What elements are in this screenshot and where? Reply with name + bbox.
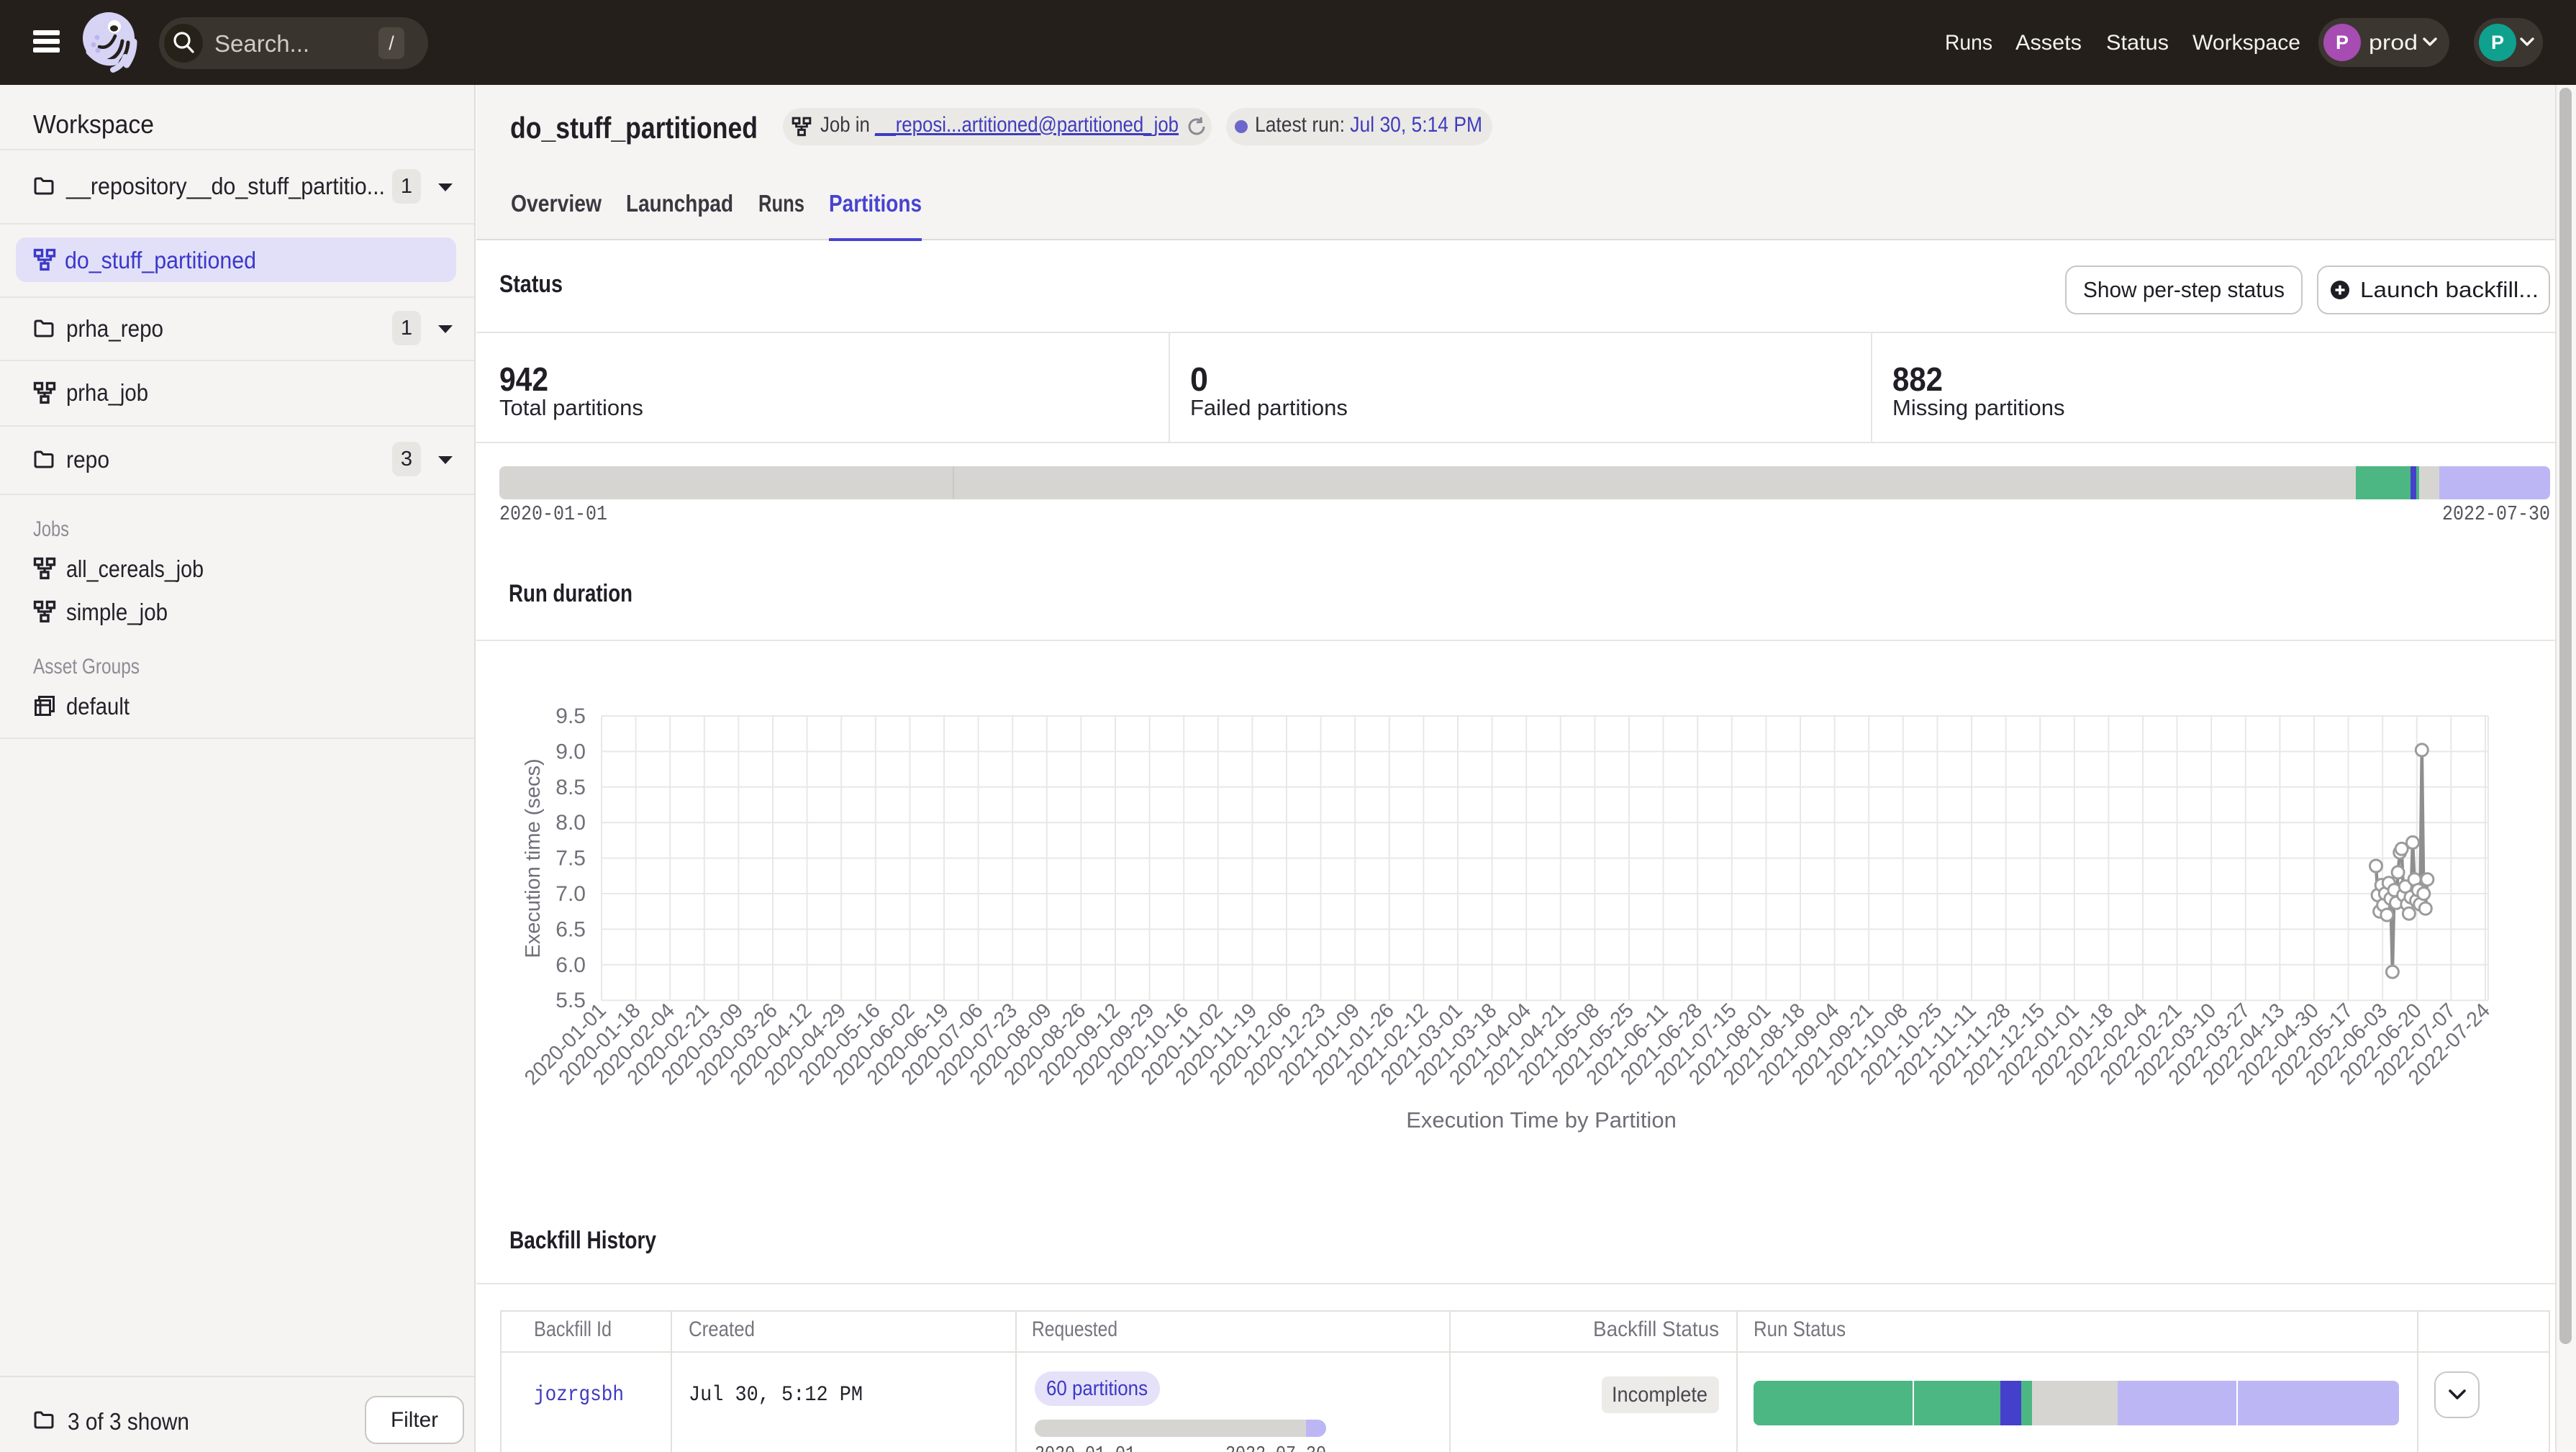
svg-text:6.5: 6.5: [555, 917, 586, 941]
svg-text:7.0: 7.0: [555, 882, 586, 906]
svg-text:9.0: 9.0: [555, 740, 586, 763]
svg-text:9.5: 9.5: [555, 704, 586, 728]
svg-text:Execution Time by Partition: Execution Time by Partition: [1406, 1107, 1677, 1133]
svg-text:7.5: 7.5: [555, 847, 586, 871]
svg-text:Execution time (secs): Execution time (secs): [522, 758, 545, 958]
svg-text:8.0: 8.0: [555, 811, 586, 835]
svg-text:5.5: 5.5: [555, 989, 586, 1012]
svg-text:8.5: 8.5: [555, 776, 586, 799]
svg-text:6.0: 6.0: [555, 953, 586, 977]
